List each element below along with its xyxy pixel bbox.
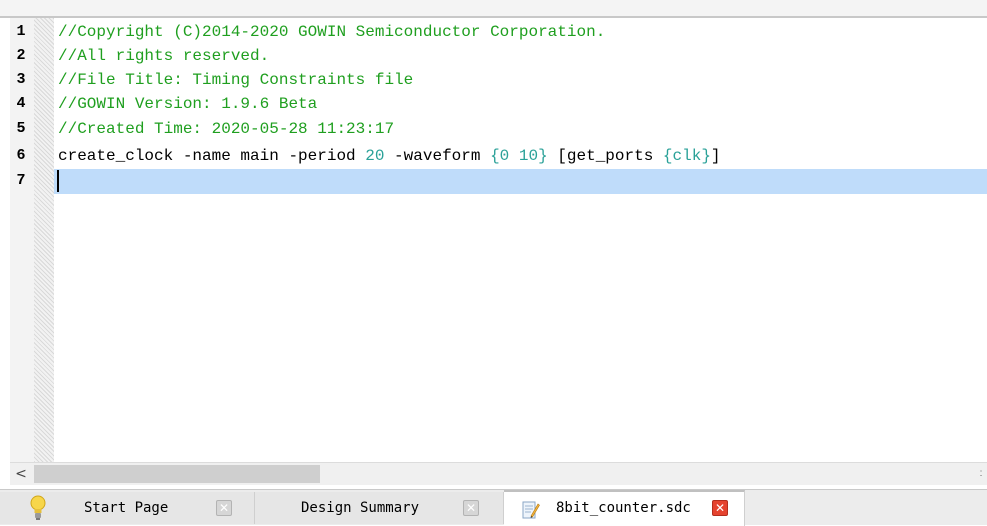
close-icon[interactable]: ✕ <box>463 500 479 516</box>
code-token-port: {clk} <box>662 147 711 165</box>
line-number: 5 <box>16 120 26 137</box>
line-number: 3 <box>16 71 26 88</box>
code-token-period: 20 <box>365 147 385 165</box>
line-number: 7 <box>16 172 26 189</box>
line-number: 2 <box>16 47 26 64</box>
code-line-create-clock[interactable]: create_clock -name main -period 20 -wave… <box>58 144 721 168</box>
scroll-right-button[interactable]: : <box>975 463 987 485</box>
document-tab-bar: Start Page ✕ Design Summary ✕ 8bit_count… <box>0 489 987 526</box>
close-icon[interactable]: ✕ <box>712 500 728 516</box>
fold-margin <box>34 18 54 462</box>
close-icon[interactable]: ✕ <box>216 500 232 516</box>
code-editor[interactable]: 1 2 3 4 5 6 7 //Copyright (C)2014-2020 G… <box>10 18 987 462</box>
tab-label: Start Page <box>84 500 169 516</box>
code-line-comment[interactable]: //Created Time: 2020-05-28 11:23:17 <box>58 117 394 141</box>
tab-design-summary[interactable]: Design Summary ✕ <box>255 492 504 524</box>
code-token-get-ports: [get_ports <box>547 147 663 165</box>
code-token-close: ] <box>710 147 721 165</box>
tab-start-page[interactable]: Start Page ✕ <box>0 492 255 524</box>
scrollbar-thumb[interactable] <box>34 465 320 483</box>
document-edit-icon <box>522 501 540 519</box>
current-line-highlight <box>54 169 987 194</box>
top-toolbar-strip <box>0 0 987 18</box>
scroll-left-button[interactable]: < <box>10 463 32 485</box>
horizontal-scrollbar[interactable]: < : <box>10 462 987 485</box>
line-number: 6 <box>16 147 26 164</box>
tab-8bit-counter-sdc[interactable]: 8bit_counter.sdc ✕ <box>504 490 745 526</box>
code-line-comment[interactable]: //All rights reserved. <box>58 44 269 68</box>
code-line-comment[interactable]: //Copyright (C)2014-2020 GOWIN Semicondu… <box>58 20 605 44</box>
text-caret <box>57 170 59 192</box>
code-token-command: create_clock -name main -period <box>58 147 366 165</box>
tab-label: 8bit_counter.sdc <box>556 500 691 516</box>
line-number: 1 <box>16 23 26 40</box>
line-number: 4 <box>16 95 26 112</box>
code-token-waveform: {0 10} <box>490 147 548 165</box>
code-line-comment[interactable]: //GOWIN Version: 1.9.6 Beta <box>58 92 317 116</box>
lightbulb-icon <box>30 495 46 520</box>
code-token-waveform-flag: -waveform <box>384 147 491 165</box>
code-line-comment[interactable]: //File Title: Timing Constraints file <box>58 68 413 92</box>
tab-label: Design Summary <box>301 500 420 516</box>
